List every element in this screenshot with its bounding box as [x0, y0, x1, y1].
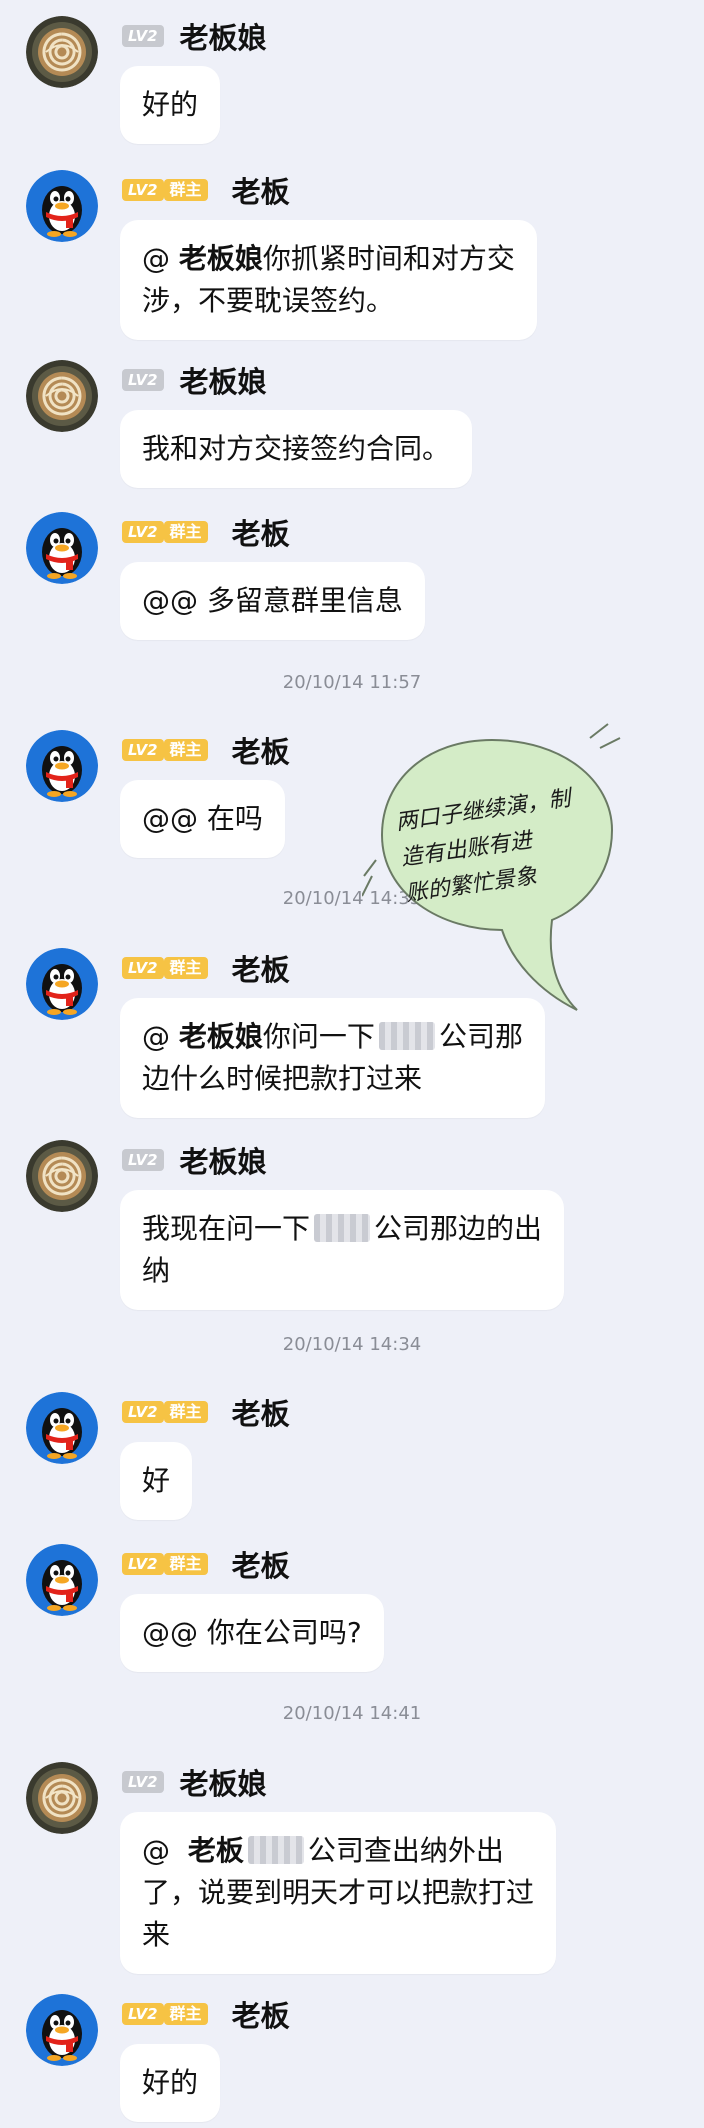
- sender-name[interactable]: 老板: [232, 947, 290, 989]
- mention-name[interactable]: 老板: [188, 1834, 244, 1867]
- message-text: 好: [142, 1464, 171, 1497]
- mention-prefix: @: [142, 1020, 179, 1053]
- message-text: 好的: [142, 88, 199, 121]
- level-badge: LV2: [122, 1553, 164, 1575]
- message-text: @@ 多留意群里信息: [142, 584, 403, 617]
- level-badge: LV2: [122, 521, 164, 543]
- level-badge: LV2: [122, 1149, 164, 1171]
- penguin-avatar-icon: [26, 1544, 98, 1616]
- message-bubble[interactable]: 我现在问一下 公司那边的出 纳: [120, 1190, 565, 1310]
- avatar-boss-wife[interactable]: [26, 16, 98, 88]
- redacted-company: [378, 1022, 435, 1050]
- message-text: 我现在问一下: [142, 1212, 311, 1245]
- avatar-boss-wife[interactable]: [26, 1762, 98, 1834]
- message-text: @@ 你在公司吗?: [142, 1616, 362, 1649]
- coffee-avatar-icon: [26, 360, 98, 432]
- level-badge: LV2: [122, 957, 164, 979]
- sender-meta: LV2 老板娘: [122, 360, 267, 400]
- redacted-company: [247, 1836, 304, 1864]
- message-text: 好的: [142, 2066, 199, 2099]
- timestamp: 20/10/14 11:57: [282, 672, 422, 693]
- sender-name[interactable]: 老板娘: [180, 359, 267, 401]
- mention-name[interactable]: 老板娘: [179, 242, 263, 275]
- message-bubble[interactable]: @ 老板娘你抓紧时间和对方交 涉，不要耽误签约。: [120, 220, 537, 340]
- coffee-avatar-icon: [26, 1762, 98, 1834]
- sender-meta: LV2 老板娘: [122, 1762, 267, 1802]
- message-bubble[interactable]: @ 老板 公司查出纳外出 了，说要到明天才可以把款打过 来: [120, 1812, 557, 1974]
- penguin-avatar-icon: [26, 1994, 98, 2066]
- timestamp: 20/10/14 14:34: [282, 1334, 422, 1355]
- sender-meta: LV2 群主 老板: [122, 1544, 290, 1584]
- sender-name[interactable]: 老板: [232, 1993, 290, 2035]
- penguin-avatar-icon: [26, 170, 98, 242]
- owner-badge: 群主: [163, 521, 208, 543]
- mention-prefix: @: [142, 242, 179, 275]
- level-badge: LV2: [122, 369, 164, 391]
- sender-meta: LV2 群主 老板: [122, 1392, 290, 1432]
- message-bubble[interactable]: 好的: [120, 2044, 221, 2122]
- owner-badge: 群主: [163, 2003, 208, 2025]
- level-badge: LV2: [122, 1401, 164, 1423]
- message-text: 我和对方交接签约合同。: [142, 432, 451, 465]
- owner-badge: 群主: [163, 957, 208, 979]
- message-bubble[interactable]: @@ 在吗: [120, 780, 285, 858]
- redacted-company: [314, 1214, 371, 1242]
- avatar-boss-wife[interactable]: [26, 1140, 98, 1212]
- mention-prefix: @: [142, 1834, 188, 1867]
- sender-meta: LV2 老板娘: [122, 16, 267, 56]
- avatar-boss-wife[interactable]: [26, 360, 98, 432]
- avatar-boss[interactable]: [26, 1544, 98, 1616]
- owner-badge: 群主: [163, 739, 208, 761]
- sender-meta: LV2 群主 老板: [122, 948, 290, 988]
- sender-name[interactable]: 老板: [232, 1543, 290, 1585]
- level-badge: LV2: [122, 2003, 164, 2025]
- message-text: 你问一下: [262, 1020, 375, 1053]
- sender-name[interactable]: 老板: [232, 729, 290, 771]
- sender-name[interactable]: 老板娘: [180, 15, 267, 57]
- penguin-avatar-icon: [26, 948, 98, 1020]
- sender-meta: LV2 群主 老板: [122, 730, 290, 770]
- message-text: @@ 在吗: [142, 802, 263, 835]
- sender-name[interactable]: 老板娘: [180, 1761, 267, 1803]
- penguin-avatar-icon: [26, 1392, 98, 1464]
- level-badge: LV2: [122, 739, 164, 761]
- sender-meta: LV2 群主 老板: [122, 170, 290, 210]
- coffee-avatar-icon: [26, 16, 98, 88]
- avatar-boss[interactable]: [26, 730, 98, 802]
- message-bubble[interactable]: 好的: [120, 66, 221, 144]
- avatar-boss[interactable]: [26, 1994, 98, 2066]
- level-badge: LV2: [122, 25, 164, 47]
- sender-meta: LV2 群主 老板: [122, 1994, 290, 2034]
- avatar-boss[interactable]: [26, 512, 98, 584]
- message-bubble[interactable]: @@ 你在公司吗?: [120, 1594, 384, 1672]
- owner-badge: 群主: [163, 1401, 208, 1423]
- avatar-boss[interactable]: [26, 948, 98, 1020]
- sender-meta: LV2 老板娘: [122, 1140, 267, 1180]
- level-badge: LV2: [122, 1771, 164, 1793]
- penguin-avatar-icon: [26, 730, 98, 802]
- message-bubble[interactable]: @@ 多留意群里信息: [120, 562, 425, 640]
- sender-meta: LV2 群主 老板: [122, 512, 290, 552]
- sender-name[interactable]: 老板: [232, 511, 290, 553]
- sender-name[interactable]: 老板: [232, 1391, 290, 1433]
- avatar-boss[interactable]: [26, 170, 98, 242]
- sender-name[interactable]: 老板: [232, 169, 290, 211]
- owner-badge: 群主: [163, 179, 208, 201]
- penguin-avatar-icon: [26, 512, 98, 584]
- mention-name[interactable]: 老板娘: [179, 1020, 263, 1053]
- message-bubble[interactable]: 我和对方交接签约合同。: [120, 410, 473, 488]
- level-badge: LV2: [122, 179, 164, 201]
- coffee-avatar-icon: [26, 1140, 98, 1212]
- message-bubble[interactable]: 好: [120, 1442, 193, 1520]
- avatar-boss[interactable]: [26, 1392, 98, 1464]
- sender-name[interactable]: 老板娘: [180, 1139, 267, 1181]
- owner-badge: 群主: [163, 1553, 208, 1575]
- timestamp: 20/10/14 14:41: [282, 1703, 422, 1724]
